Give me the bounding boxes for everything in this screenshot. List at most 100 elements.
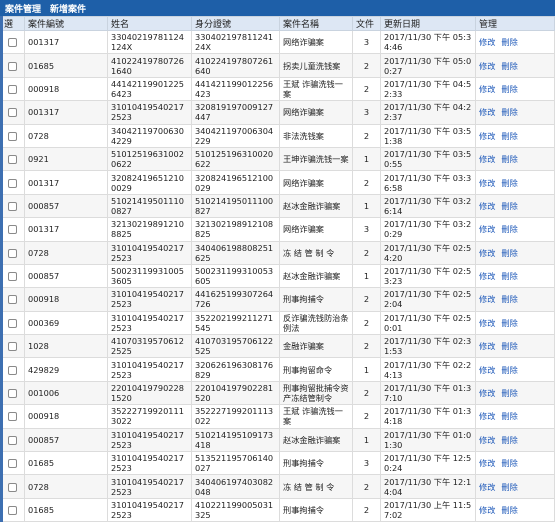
col-header-update-date[interactable]: 更新日期 [380, 16, 476, 31]
left-accent-bar [0, 16, 3, 522]
row-checkbox[interactable] [8, 365, 17, 375]
table-header-row: 選 案件編號 姓名 身分證號 案件名稱 文件 更新日期 管理 [0, 16, 555, 31]
row-checkbox[interactable] [8, 342, 17, 352]
update-date-cell: 2017/11/30 下午 12:14:04 [380, 474, 476, 499]
edit-link[interactable]: 修改 [479, 224, 495, 234]
col-header-files[interactable]: 文件 [352, 16, 381, 31]
delete-link[interactable]: 刪除 [501, 388, 517, 398]
edit-link[interactable]: 修改 [479, 458, 495, 468]
delete-link[interactable]: 刪除 [501, 482, 517, 492]
tab-add-case[interactable]: 新增案件 [50, 2, 86, 15]
row-checkbox[interactable] [8, 318, 17, 328]
delete-link[interactable]: 刪除 [501, 84, 517, 94]
edit-link[interactable]: 修改 [479, 37, 495, 47]
case-name-cell: 刑事拘捕令 [279, 451, 353, 476]
delete-link[interactable]: 刪除 [501, 154, 517, 164]
delete-link[interactable]: 刪除 [501, 271, 517, 281]
case-name-cell: 冻 结 管 制 令 [279, 474, 353, 499]
update-date-cell: 2017/11/30 下午 02:52:04 [380, 287, 476, 312]
edit-link[interactable]: 修改 [479, 61, 495, 71]
delete-link[interactable]: 刪除 [501, 201, 517, 211]
delete-link[interactable]: 刪除 [501, 318, 517, 328]
edit-link[interactable]: 修改 [479, 388, 495, 398]
delete-link[interactable]: 刪除 [501, 61, 517, 71]
files-cell: 2 [352, 170, 381, 195]
row-checkbox[interactable] [8, 38, 17, 48]
delete-link[interactable]: 刪除 [501, 178, 517, 188]
edit-link[interactable]: 修改 [479, 178, 495, 188]
edit-link[interactable]: 修改 [479, 201, 495, 211]
edit-link[interactable]: 修改 [479, 482, 495, 492]
col-header-name[interactable]: 姓名 [107, 16, 192, 31]
row-checkbox[interactable] [8, 248, 17, 258]
delete-link[interactable]: 刪除 [501, 131, 517, 141]
case-no-cell: 001317 [24, 170, 108, 195]
edit-link[interactable]: 修改 [479, 318, 495, 328]
col-header-case-name[interactable]: 案件名稱 [279, 16, 353, 31]
edit-link[interactable]: 修改 [479, 154, 495, 164]
name-cell: 510214195011100827 [107, 193, 192, 219]
case-name-cell: 刑事拘捕令 [279, 287, 353, 312]
delete-link[interactable]: 刪除 [501, 294, 517, 304]
name-cell: 441421199012256423 [107, 76, 192, 102]
row-checkbox[interactable] [8, 201, 17, 211]
edit-link[interactable]: 修改 [479, 248, 495, 258]
edit-link[interactable]: 修改 [479, 411, 495, 421]
edit-link[interactable]: 修改 [479, 294, 495, 304]
row-checkbox[interactable] [8, 84, 17, 94]
edit-link[interactable]: 修改 [479, 435, 495, 445]
row-checkbox[interactable] [8, 295, 17, 305]
table-row: 01685 310104195402172523 51352119570614002… [0, 451, 555, 476]
manage-cell: 修改 刪除 [475, 263, 555, 289]
row-select-cell [0, 427, 25, 453]
manage-cell: 修改 刪除 [475, 100, 555, 125]
row-checkbox[interactable] [8, 108, 17, 118]
delete-link[interactable]: 刪除 [501, 248, 517, 258]
col-header-case-no[interactable]: 案件編號 [24, 16, 108, 31]
row-checkbox[interactable] [8, 459, 17, 469]
delete-link[interactable]: 刪除 [501, 365, 517, 375]
row-checkbox[interactable] [8, 272, 17, 282]
case-name-cell: 赵冰金融诈骗案 [279, 193, 353, 219]
delete-link[interactable]: 刪除 [501, 458, 517, 468]
update-date-cell: 2017/11/30 下午 01:34:18 [380, 404, 476, 429]
edit-link[interactable]: 修改 [479, 107, 495, 117]
col-header-id-number[interactable]: 身分證號 [191, 16, 280, 31]
delete-link[interactable]: 刪除 [501, 341, 517, 351]
manage-cell: 修改 刪除 [475, 217, 555, 242]
id-number-cell: 410703195706122525 [191, 334, 280, 359]
edit-link[interactable]: 修改 [479, 84, 495, 94]
delete-link[interactable]: 刪除 [501, 435, 517, 445]
case-name-cell: 王坤诈骗洗钱一案 [279, 146, 353, 172]
row-select-cell [0, 334, 25, 359]
row-checkbox[interactable] [8, 435, 17, 445]
files-cell: 1 [352, 263, 381, 289]
id-number-cell: 33040219781124124X [191, 29, 280, 55]
manage-cell: 修改 刪除 [475, 53, 555, 78]
row-checkbox[interactable] [8, 61, 17, 71]
row-checkbox[interactable] [8, 389, 17, 399]
edit-link[interactable]: 修改 [479, 271, 495, 281]
edit-link[interactable]: 修改 [479, 341, 495, 351]
row-checkbox[interactable] [8, 131, 17, 141]
name-cell: 340421197006304229 [107, 123, 192, 148]
row-checkbox[interactable] [8, 225, 17, 235]
row-select-cell [0, 123, 25, 148]
row-checkbox[interactable] [8, 412, 17, 422]
row-select-cell [0, 146, 25, 172]
id-number-cell: 320626196308176829 [191, 357, 280, 382]
delete-link[interactable]: 刪除 [501, 107, 517, 117]
edit-link[interactable]: 修改 [479, 131, 495, 141]
edit-link[interactable]: 修改 [479, 365, 495, 375]
delete-link[interactable]: 刪除 [501, 224, 517, 234]
row-checkbox[interactable] [8, 155, 17, 165]
case-no-cell: 000918 [24, 404, 108, 429]
row-checkbox[interactable] [8, 506, 17, 515]
row-checkbox[interactable] [8, 482, 17, 492]
delete-link[interactable]: 刪除 [501, 37, 517, 47]
delete-link[interactable]: 刪除 [501, 411, 517, 421]
files-cell: 2 [352, 123, 381, 148]
row-checkbox[interactable] [8, 178, 17, 188]
tab-case-management[interactable]: 案件管理 [5, 2, 41, 15]
case-table-container: 選 案件編號 姓名 身分證號 案件名稱 文件 更新日期 管理 001317 330… [0, 16, 555, 522]
